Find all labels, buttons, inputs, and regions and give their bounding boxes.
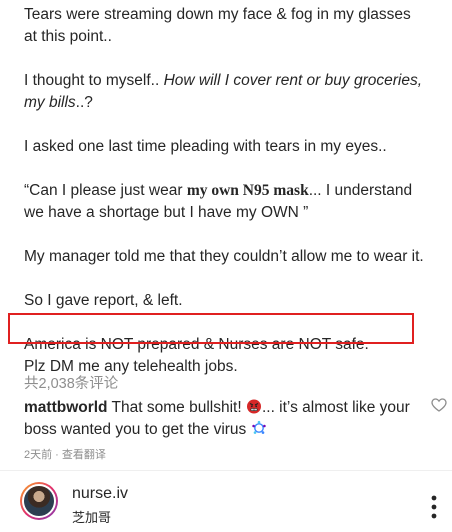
caption-paragraph: I thought to myself.. How will I cover r…	[24, 72, 422, 111]
avatar-image	[22, 484, 56, 518]
comment-meta[interactable]: 2天前 · 查看翻译	[24, 446, 106, 462]
view-all-comments-link[interactable]: 共2,038条评论	[24, 372, 118, 393]
caption-paragraph: “Can I please just wear my own N95 mask.…	[24, 182, 413, 221]
caption-paragraph: I asked one last time pleading with tear…	[24, 138, 387, 155]
more-vertical-icon[interactable]	[430, 494, 438, 520]
avatar[interactable]	[20, 482, 58, 520]
comment-username[interactable]: mattbworld	[24, 399, 108, 416]
caption-paragraph: Tears were streaming down my face & fog …	[24, 6, 411, 45]
angry-face-emoji-icon	[246, 398, 262, 414]
profile-username[interactable]: nurse.iv	[72, 485, 128, 503]
heart-outline-icon[interactable]	[431, 398, 447, 412]
comment-item: mattbworld That some bullshit! ... it’s …	[24, 397, 414, 441]
caption-paragraph: My manager told me that they couldn’t al…	[24, 248, 424, 265]
highlight-annotation-box	[8, 313, 414, 344]
divider	[0, 470, 452, 471]
caption-bold-text: my own N95 mask	[186, 182, 309, 199]
virus-emoji-icon	[251, 420, 267, 436]
comment-text: That some bullshit!	[107, 399, 246, 416]
caption-paragraph: So I gave report, & left.	[24, 292, 183, 309]
profile-location[interactable]: 芝加哥	[72, 507, 111, 526]
